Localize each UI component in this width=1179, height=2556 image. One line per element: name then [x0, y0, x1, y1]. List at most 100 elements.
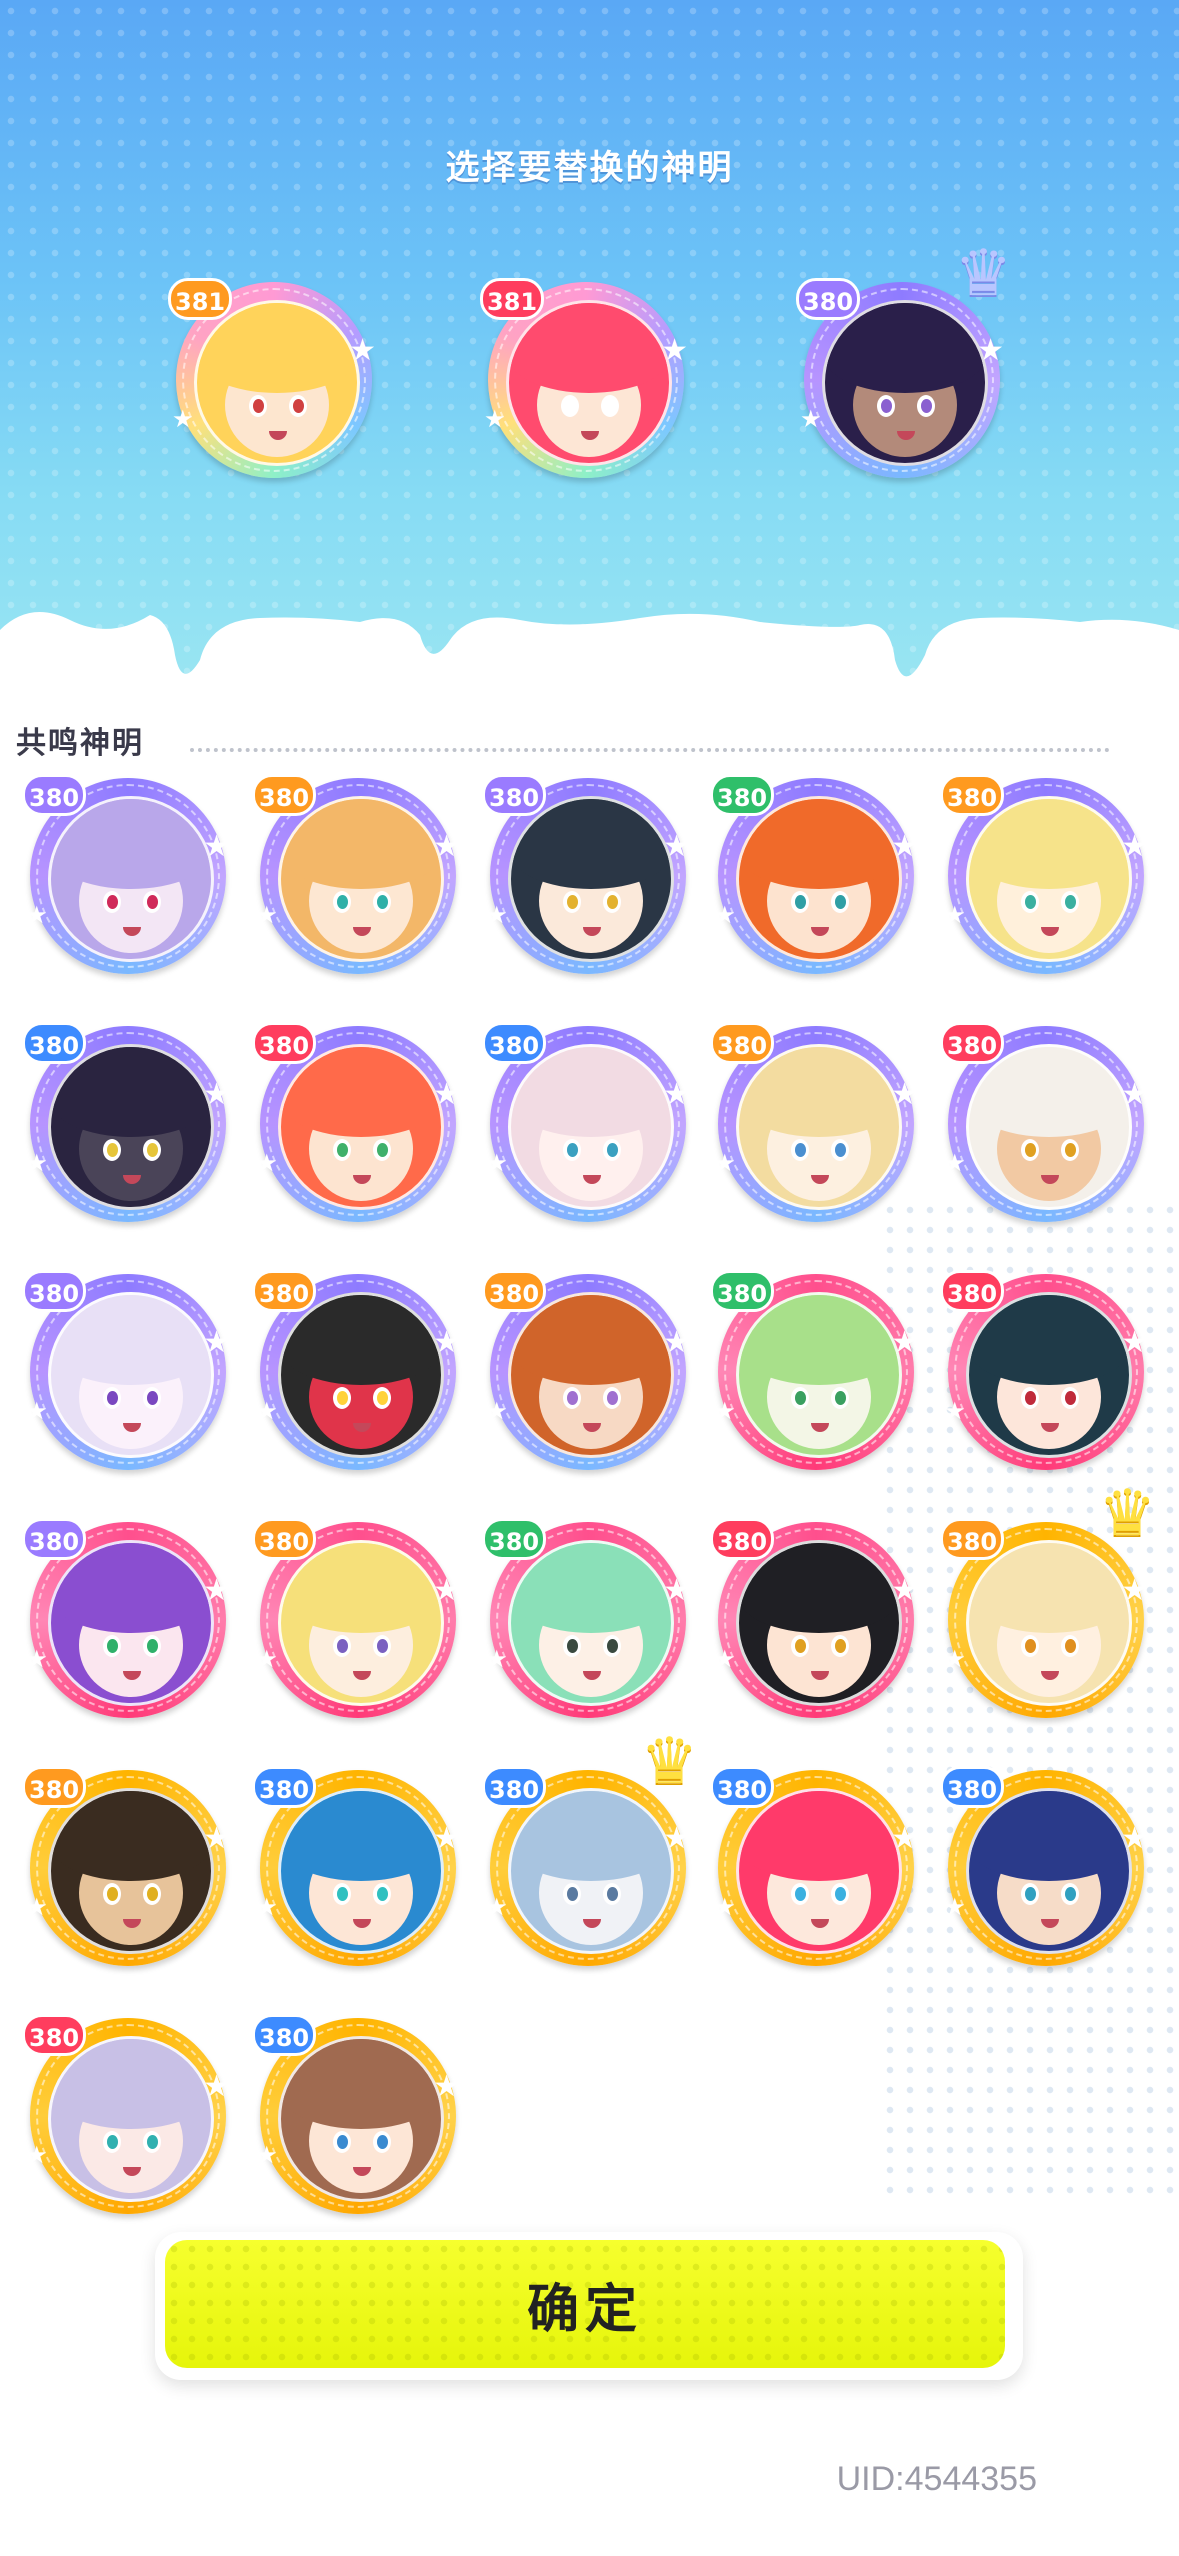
selected-god-1[interactable]: ★ ★ 381	[168, 272, 378, 482]
god-card[interactable]: ★ ★ 380	[482, 1016, 692, 1226]
god-card[interactable]: ★ ★ 380	[710, 1264, 920, 1474]
god-card[interactable]: ★ ★ 380 ♛	[940, 1482, 1156, 1722]
selected-god-2[interactable]: ★ ★ 381	[480, 272, 690, 482]
star-icon: ★	[484, 405, 506, 433]
god-card[interactable]: ★ ★ 380	[940, 1760, 1150, 1970]
portrait-eye	[601, 395, 619, 417]
portrait-eye	[1021, 1883, 1039, 1905]
portrait-eye	[333, 1635, 351, 1657]
portrait-eye	[831, 1883, 849, 1905]
portrait-eye	[831, 1139, 849, 1161]
portrait-eye	[603, 891, 621, 913]
portrait-eye	[561, 395, 579, 417]
star-icon: ★	[433, 2069, 460, 2104]
portrait-eye	[1061, 891, 1079, 913]
portrait	[48, 1540, 214, 1706]
god-card[interactable]: ★ ★ 380	[940, 1016, 1150, 1226]
portrait	[966, 1292, 1132, 1458]
portrait	[508, 1044, 674, 1210]
portrait-eye	[1021, 1635, 1039, 1657]
god-card[interactable]: ★ ★ 380	[710, 768, 920, 978]
god-card[interactable]: ★ ★ 380	[482, 768, 692, 978]
crown-icon: ♛	[640, 1725, 698, 1799]
crown-icon: ♛	[954, 237, 1012, 311]
portrait	[508, 1292, 674, 1458]
star-icon: ★	[256, 2141, 278, 2169]
star-icon: ★	[714, 901, 736, 929]
level-badge: 380	[252, 1766, 317, 1808]
portrait-eye	[1021, 891, 1039, 913]
portrait-eye	[373, 1635, 391, 1657]
star-icon: ★	[256, 1149, 278, 1177]
god-card[interactable]: ★ ★ 380	[482, 1264, 692, 1474]
god-card[interactable]: ★ ★ 380	[22, 768, 232, 978]
star-icon: ★	[714, 1149, 736, 1177]
portrait-eye	[563, 1883, 581, 1905]
god-card[interactable]: ★ ★ 380	[710, 1016, 920, 1226]
portrait-eye	[373, 2131, 391, 2153]
star-icon: ★	[1121, 1573, 1148, 1608]
confirm-button[interactable]: 确定	[165, 2240, 1005, 2368]
portrait-eye	[143, 891, 161, 913]
level-badge: 380	[710, 1518, 775, 1560]
star-icon: ★	[977, 333, 1004, 368]
god-card[interactable]: ★ ★ 380	[22, 1760, 232, 1970]
portrait	[48, 1292, 214, 1458]
god-card[interactable]: ★ ★ 380	[482, 1512, 692, 1722]
god-card[interactable]: ★ ★ 380	[710, 1512, 920, 1722]
portrait	[278, 2036, 444, 2202]
portrait	[194, 300, 360, 466]
star-icon: ★	[349, 333, 376, 368]
god-card[interactable]: ★ ★ 380	[252, 2008, 462, 2218]
god-card[interactable]: ★ ★ 380 ♛	[482, 1730, 698, 1970]
portrait-eye	[373, 1139, 391, 1161]
portrait-eye	[333, 2131, 351, 2153]
star-icon: ★	[486, 1397, 508, 1425]
portrait-eye	[1061, 1139, 1079, 1161]
star-icon: ★	[663, 1573, 690, 1608]
star-icon: ★	[663, 1325, 690, 1360]
banner-drip	[0, 612, 1179, 700]
portrait	[736, 1044, 902, 1210]
portrait	[736, 1540, 902, 1706]
section-title: 共鸣神明	[16, 726, 144, 761]
portrait	[48, 796, 214, 962]
portrait-eye	[791, 1883, 809, 1905]
portrait-eye	[603, 1139, 621, 1161]
level-badge: 380	[252, 1518, 317, 1560]
god-card[interactable]: ★ ★ 380	[940, 768, 1150, 978]
star-icon: ★	[486, 1645, 508, 1673]
god-card[interactable]: ★ ★ 380	[22, 1016, 232, 1226]
level-badge: 380	[482, 1518, 547, 1560]
portrait	[508, 1540, 674, 1706]
god-card[interactable]: ★ ★ 380	[252, 1512, 462, 1722]
level-badge: 380	[482, 774, 547, 816]
portrait	[736, 1788, 902, 1954]
portrait-eye	[143, 1139, 161, 1161]
god-card[interactable]: ★ ★ 380	[940, 1264, 1150, 1474]
god-card[interactable]: ★ ★ 380	[252, 1016, 462, 1226]
portrait-eye	[1061, 1635, 1079, 1657]
god-card[interactable]: ★ ★ 380	[252, 1760, 462, 1970]
portrait-eye	[603, 1883, 621, 1905]
page-title: 选择要替换的神明	[445, 148, 734, 188]
star-icon: ★	[486, 1893, 508, 1921]
selected-god-3[interactable]: ★ ★ 380 ♛	[796, 242, 1012, 482]
portrait	[278, 796, 444, 962]
portrait	[278, 1292, 444, 1458]
god-card[interactable]: ★ ★ 380	[22, 1512, 232, 1722]
star-icon: ★	[256, 1645, 278, 1673]
star-icon: ★	[891, 1573, 918, 1608]
god-card[interactable]: ★ ★ 380	[710, 1760, 920, 1970]
level-badge: 380	[482, 1022, 547, 1064]
god-card[interactable]: ★ ★ 380	[22, 1264, 232, 1474]
level-badge: 380	[252, 774, 317, 816]
level-badge: 380	[22, 1022, 87, 1064]
god-card[interactable]: ★ ★ 380	[252, 1264, 462, 1474]
level-badge: 380	[22, 1766, 87, 1808]
god-card[interactable]: ★ ★ 380	[252, 768, 462, 978]
level-badge: 380	[796, 278, 861, 320]
god-card[interactable]: ★ ★ 380	[22, 2008, 232, 2218]
portrait-eye	[333, 1883, 351, 1905]
portrait	[966, 1044, 1132, 1210]
